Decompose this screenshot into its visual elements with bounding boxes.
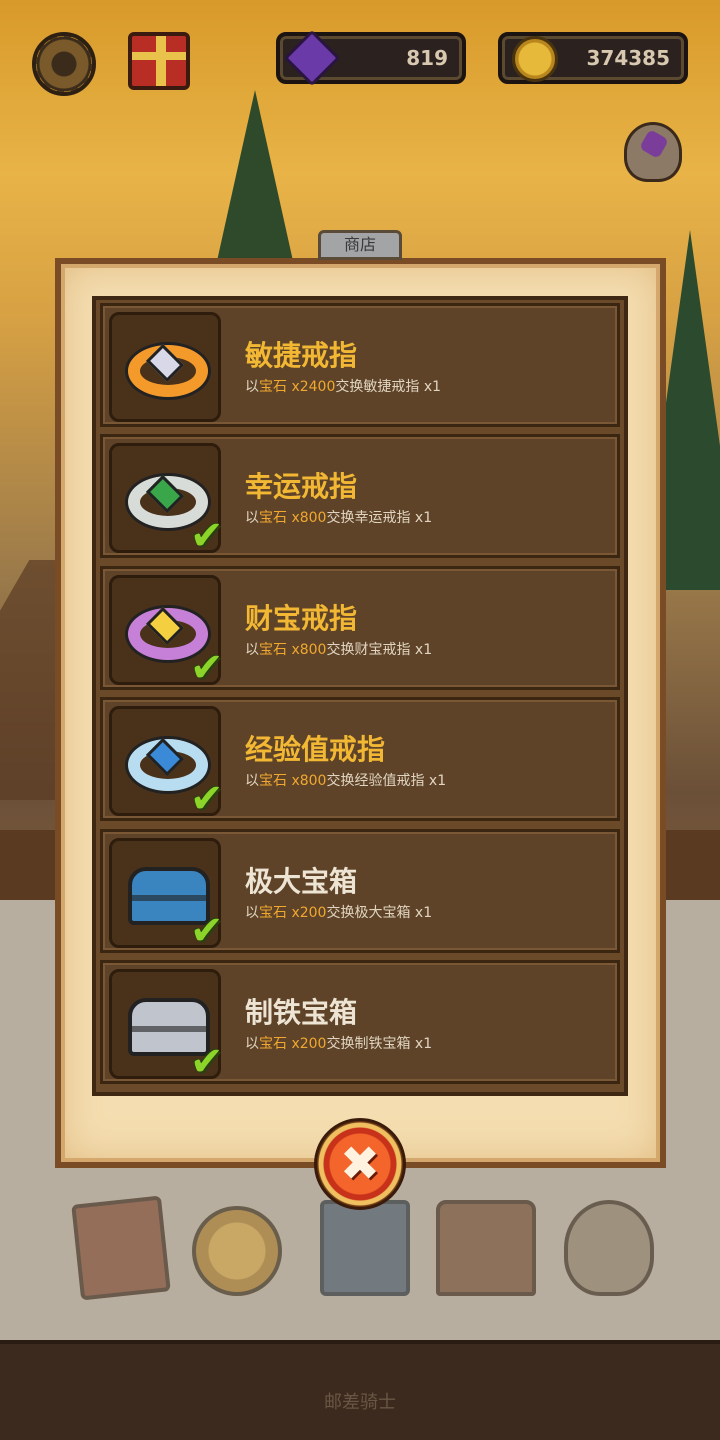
shop-item-row[interactable]: 敏捷戒指以宝石 x2400交换敏捷戒指 x1 — [100, 303, 620, 427]
desc-prefix: 以 — [245, 905, 259, 921]
item-title: 极大宝箱 — [245, 865, 358, 898]
desc-suffix: 交换财宝戒指 x1 — [326, 642, 433, 658]
shop-tab: 商店 — [318, 230, 402, 260]
menu-cards-icon[interactable] — [320, 1200, 410, 1296]
purchased-check-icon: ✔ — [190, 908, 224, 954]
desc-price: 宝石 x2400 — [259, 379, 336, 395]
item-description: 以宝石 x200交换极大宝箱 x1 — [245, 902, 432, 922]
purple-gem-icon — [283, 29, 341, 87]
desc-price: 宝石 x200 — [259, 1036, 327, 1052]
item-thumbnail: ✔ — [109, 443, 224, 559]
coin-count: 374385 — [586, 46, 671, 70]
desc-price: 宝石 x800 — [259, 510, 327, 526]
item-title: 财宝戒指 — [245, 602, 358, 635]
desc-suffix: 交换敏捷戒指 x1 — [335, 379, 442, 395]
gift-box-icon[interactable] — [128, 32, 190, 90]
desc-suffix: 交换制铁宝箱 x1 — [326, 1036, 433, 1052]
item-thumbnail: ✔ — [109, 838, 224, 954]
item-title: 幸运戒指 — [245, 470, 358, 503]
desc-price: 宝石 x800 — [259, 642, 327, 658]
shop-item-row[interactable]: ✔ 财宝戒指以宝石 x800交换财宝戒指 x1 — [100, 566, 620, 690]
close-button[interactable]: ✖ — [314, 1118, 406, 1210]
item-description: 以宝石 x800交换幸运戒指 x1 — [245, 507, 432, 527]
menu-backpack-icon[interactable] — [436, 1200, 536, 1296]
item-thumbnail: ✔ — [109, 969, 224, 1085]
purchased-check-icon: ✔ — [190, 1039, 224, 1085]
desc-prefix: 以 — [245, 642, 259, 658]
item-title: 敏捷戒指 — [245, 339, 358, 372]
menu-book-icon[interactable] — [71, 1195, 171, 1301]
menu-star-coin-icon[interactable] — [192, 1206, 282, 1296]
desc-suffix: 交换幸运戒指 x1 — [326, 510, 433, 526]
coin-counter: 374385 — [498, 32, 688, 84]
purchased-check-icon: ✔ — [190, 513, 224, 559]
item-title: 制铁宝箱 — [245, 996, 358, 1029]
item-description: 以宝石 x200交换制铁宝箱 x1 — [245, 1033, 432, 1053]
desc-prefix: 以 — [245, 379, 259, 395]
desc-price: 宝石 x800 — [259, 773, 327, 789]
settings-gear-icon[interactable] — [32, 32, 96, 96]
shop-item-row[interactable]: ✔ 制铁宝箱以宝石 x200交换制铁宝箱 x1 — [100, 960, 620, 1084]
item-title: 经验值戒指 — [245, 733, 386, 766]
background-pine-tree — [215, 90, 295, 270]
gem-counter: 819 — [276, 29, 466, 87]
desc-suffix: 交换极大宝箱 x1 — [326, 905, 433, 921]
desc-prefix: 以 — [245, 1036, 259, 1052]
desc-suffix: 交换经验值戒指 x1 — [326, 773, 447, 789]
shop-item-row[interactable]: ✔ 幸运戒指以宝石 x800交换幸运戒指 x1 — [100, 434, 620, 558]
purchased-check-icon: ✔ — [190, 645, 224, 691]
desc-prefix: 以 — [245, 773, 259, 789]
gold-coin-icon — [512, 36, 558, 82]
item-description: 以宝石 x800交换经验值戒指 x1 — [245, 770, 446, 790]
item-thumbnail: ✔ — [109, 706, 224, 822]
gem-pouch-icon[interactable] — [624, 122, 682, 182]
shop-item-row[interactable]: ✔ 极大宝箱以宝石 x200交换极大宝箱 x1 — [100, 829, 620, 953]
desc-prefix: 以 — [245, 510, 259, 526]
gem-count: 819 — [406, 46, 448, 70]
desc-price: 宝石 x200 — [259, 905, 327, 921]
item-description: 以宝石 x2400交换敏捷戒指 x1 — [245, 376, 441, 396]
item-description: 以宝石 x800交换财宝戒指 x1 — [245, 639, 432, 659]
footer-title: 邮差骑士 — [324, 1392, 396, 1413]
shop-item-row[interactable]: ✔ 经验值戒指以宝石 x800交换经验值戒指 x1 — [100, 697, 620, 821]
item-thumbnail — [109, 312, 221, 422]
menu-treasure-sack-icon[interactable] — [564, 1200, 654, 1296]
purchased-check-icon: ✔ — [190, 776, 224, 822]
item-thumbnail: ✔ — [109, 575, 224, 691]
